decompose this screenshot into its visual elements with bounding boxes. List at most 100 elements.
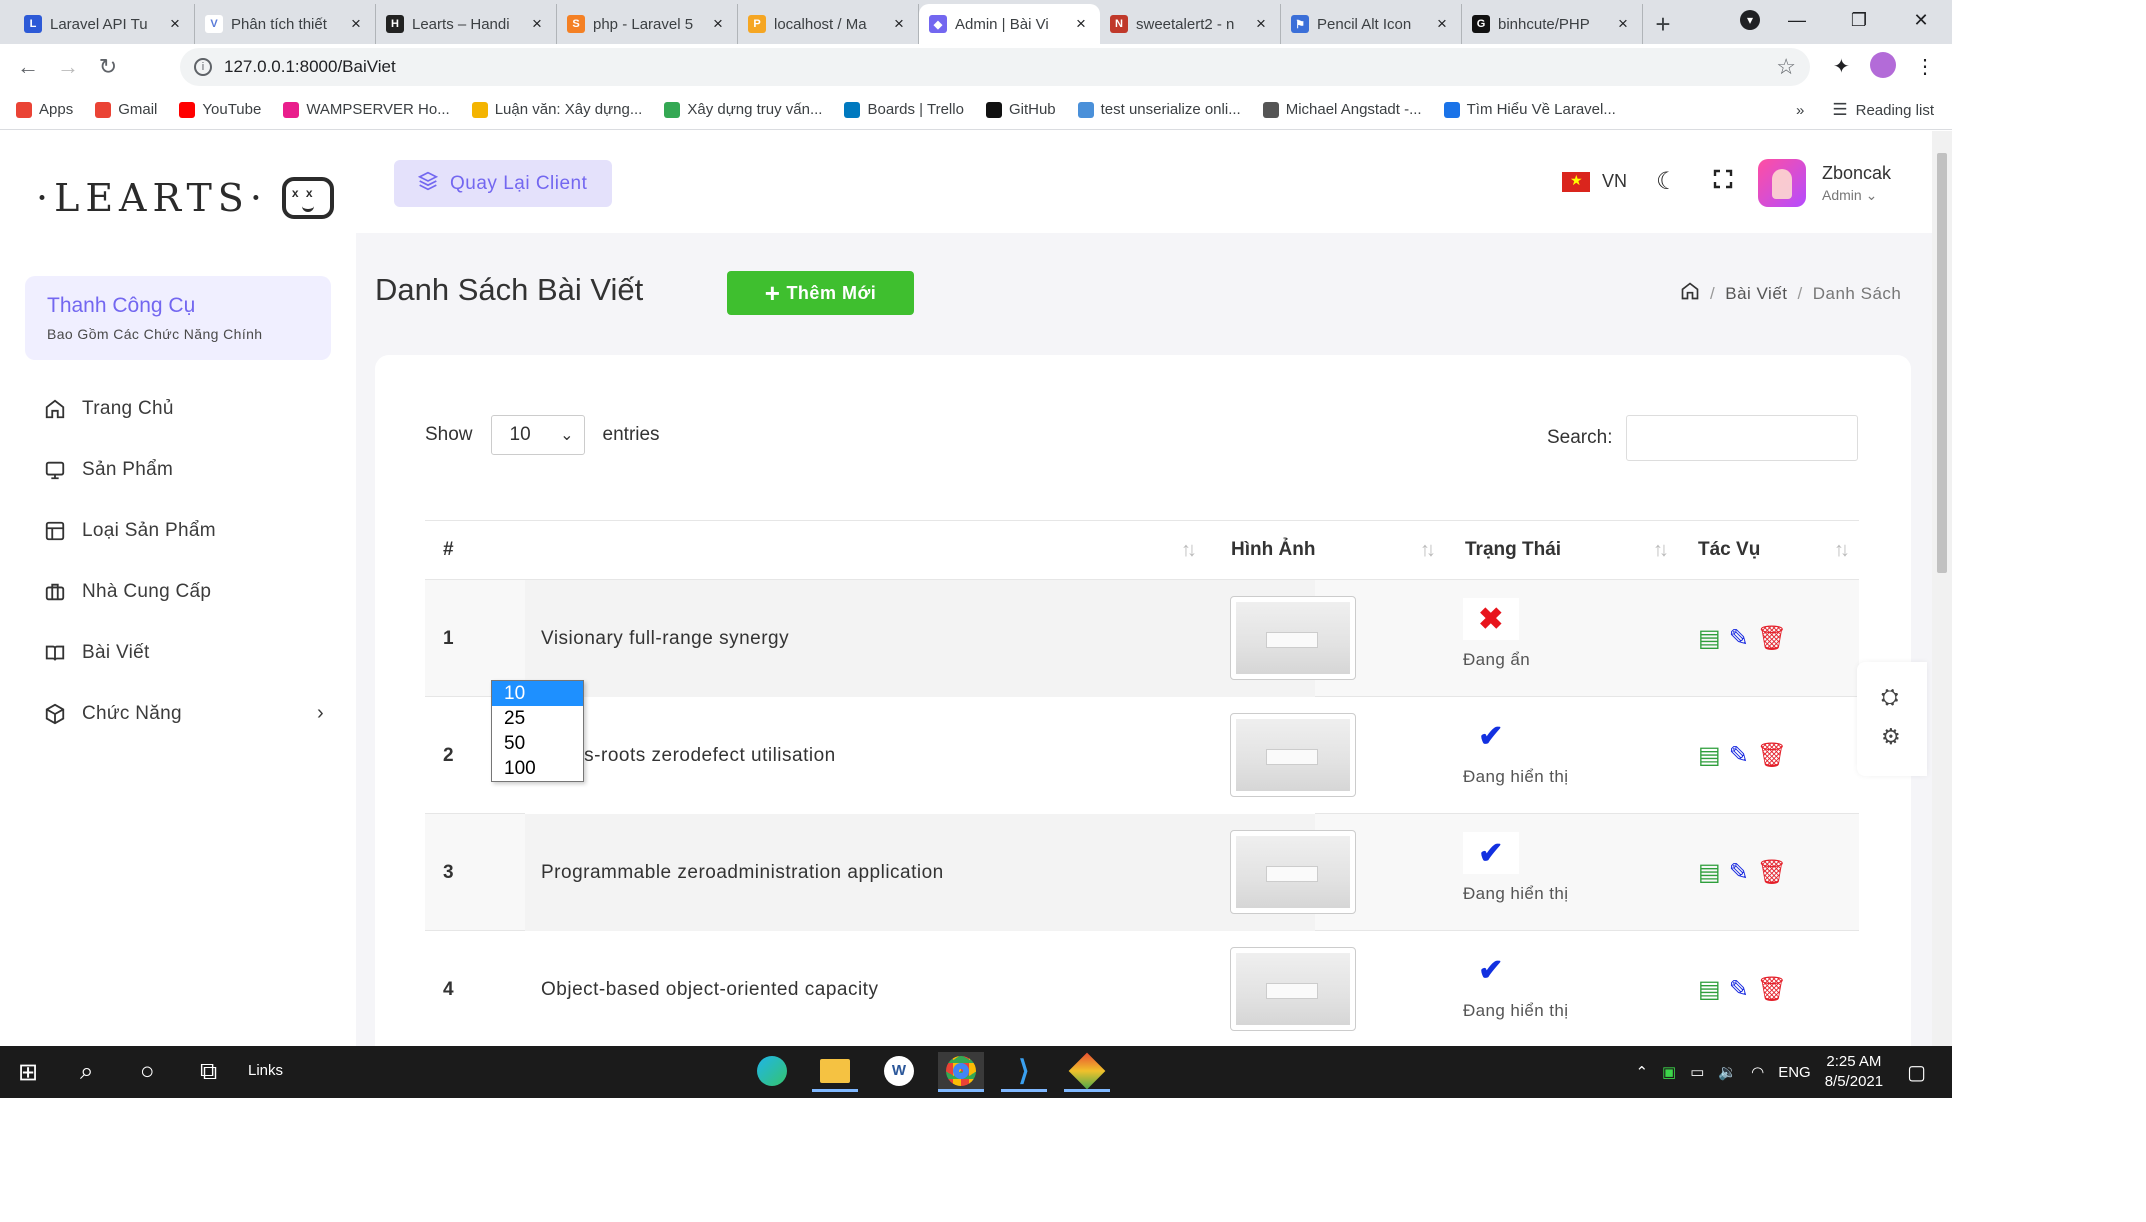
bookmark-item[interactable]: Tìm Hiểu Về Laravel... [1443,101,1616,118]
maximize-icon[interactable]: ❐ [1828,10,1890,31]
sidebar-item-2[interactable]: Sản Phẩm [44,439,324,500]
page-length-option[interactable]: 25 [492,706,583,731]
vscode-app-icon[interactable]: ⟩ [1001,1052,1047,1092]
add-new-button[interactable]: + Thêm Mới [727,271,914,315]
post-thumbnail[interactable] [1230,596,1356,680]
forward-arrow-icon[interactable]: → [48,54,88,80]
reading-list-label[interactable]: Reading list [1856,102,1934,119]
cross-icon[interactable]: ✖ [1463,598,1519,640]
scrollbar-thumb[interactable] [1937,153,1947,573]
checkmark-icon[interactable]: ✔ [1463,715,1519,757]
browser-tab[interactable]: Sphp - Laravel 5 × [557,4,738,44]
tab-close-icon[interactable]: × [1614,14,1632,34]
tab-search-icon[interactable]: ▾ [1740,10,1760,30]
pencil-icon[interactable]: ✎ [1729,975,1749,1004]
notification-icon[interactable]: ▢ [1907,1060,1926,1085]
column-header-actions[interactable]: Tác Vụ [1698,539,1760,561]
tab-close-icon[interactable]: × [1252,14,1270,34]
bookmark-item[interactable]: Xây dựng truy vấn... [664,101,822,118]
tab-close-icon[interactable]: × [709,14,727,34]
browser-tab[interactable]: ◆ Admin | Bài Vi × [919,4,1100,44]
bookmark-item[interactable]: Boards | Trello [844,101,964,118]
view-icon[interactable]: ▤ [1698,741,1721,770]
search-icon[interactable]: ⌕ [80,1058,93,1086]
browser-tab[interactable]: H Learts – Handi × [376,4,557,44]
word-app-icon[interactable]: W [876,1052,922,1092]
browser-tab[interactable]: V Phân tích thiết × [195,4,376,44]
git-app-icon[interactable] [1064,1052,1110,1092]
trash-icon[interactable]: 🗑 [1757,741,1787,770]
language-switcher[interactable]: VN [1562,171,1627,192]
trash-icon[interactable]: 🗑 [1757,975,1787,1004]
extensions-icon[interactable]: ✦ [1833,54,1850,79]
browser-tab[interactable]: L Laravel API Tu × [14,4,195,44]
links-toolbar-label[interactable]: Links [248,1062,283,1079]
tab-close-icon[interactable]: × [166,14,184,34]
back-to-client-button[interactable]: Quay Lại Client [394,160,612,207]
sort-icon[interactable]: ↑↓ [1653,539,1669,562]
bookmark-item[interactable]: YouTube [179,101,261,118]
browser-tab[interactable]: Nsweetalert2 - n × [1100,4,1281,44]
column-header-id[interactable]: # [443,539,454,561]
new-tab-button[interactable]: + [1643,4,1683,44]
search-input[interactable] [1626,415,1859,461]
page-scrollbar[interactable] [1932,131,1952,1046]
bookmark-item[interactable]: WAMPSERVER Ho... [283,101,450,118]
dark-mode-moon-icon[interactable]: ☾ [1656,167,1678,196]
home-icon[interactable] [1680,281,1700,306]
view-icon[interactable]: ▤ [1698,975,1721,1004]
tab-close-icon[interactable]: × [347,14,365,34]
sidebar-item-5[interactable]: Bài Viết [44,622,324,683]
sidebar-item-3[interactable]: Loại Sản Phẩm [44,500,324,561]
profile-avatar-icon[interactable] [1870,52,1896,78]
pencil-icon[interactable]: ✎ [1729,624,1749,653]
trash-icon[interactable]: 🗑 [1757,624,1787,653]
post-thumbnail[interactable] [1230,713,1356,797]
sidebar-item-1[interactable]: Trang Chủ [44,378,324,439]
breadcrumb-item-1[interactable]: Bài Viết [1725,284,1787,304]
edge-app-icon[interactable] [749,1052,795,1092]
windows-start-icon[interactable]: ⊞ [18,1058,38,1087]
checkmark-icon[interactable]: ✔ [1463,832,1519,874]
view-icon[interactable]: ▤ [1698,624,1721,653]
browser-tab[interactable]: Gbinhcute/PHP × [1462,4,1643,44]
sort-icon[interactable]: ↑↓ [1834,539,1850,562]
sidebar-item-6[interactable]: Chức Năng › [44,683,324,744]
brand-logo[interactable]: ·LEARTS· [36,176,334,220]
tab-close-icon[interactable]: × [1433,14,1451,34]
task-view-icon[interactable]: ⧉ [200,1058,217,1086]
bookmark-item[interactable]: GitHub [985,101,1056,118]
bookmark-item[interactable]: test unserialize onli... [1077,101,1241,118]
reload-icon[interactable]: ↻ [88,54,128,80]
chevron-up-icon[interactable]: ⌃ [1635,1063,1648,1081]
view-icon[interactable]: ▤ [1698,858,1721,887]
post-thumbnail[interactable] [1230,830,1356,914]
tab-close-icon[interactable]: × [1072,14,1090,34]
reading-list-icon[interactable]: ☰ [1832,100,1847,120]
clock[interactable]: 2:25 AM 8/5/2021 [1825,1052,1883,1092]
bookmark-item[interactable]: Gmail [95,101,157,118]
bookmark-item[interactable]: Luận văn: Xây dựng... [471,101,642,118]
back-arrow-icon[interactable]: ← [8,54,48,80]
url-text[interactable]: 127.0.0.1:8000/BaiViet [224,57,396,77]
volume-icon[interactable]: 🔉 [1718,1063,1737,1081]
bookmark-star-icon[interactable]: ☆ [1776,54,1796,80]
input-language[interactable]: ENG [1778,1064,1811,1081]
checkmark-icon[interactable]: ✔ [1463,949,1519,991]
battery-icon[interactable]: ▭ [1690,1063,1704,1081]
pencil-icon[interactable]: ✎ [1729,858,1749,887]
browser-tab[interactable]: Plocalhost / Ma × [738,4,919,44]
close-window-icon[interactable]: ✕ [1890,10,1952,31]
column-header-status[interactable]: Trạng Thái [1465,539,1561,561]
site-info-icon[interactable]: i [194,58,212,76]
sort-icon[interactable]: ↑↓ [1181,539,1197,562]
address-bar[interactable]: i 127.0.0.1:8000/BaiViet ☆ [180,48,1810,86]
kebab-menu-icon[interactable]: ⋮ [1915,54,1935,79]
wifi-icon[interactable]: ◠ [1751,1063,1764,1081]
chrome-app-icon[interactable] [938,1052,984,1092]
post-thumbnail[interactable] [1230,947,1356,1031]
paint-bucket-icon[interactable]: ⛭ [1881,684,1899,710]
page-length-option[interactable]: 50 [492,731,583,756]
browser-tab[interactable]: ⚑ Pencil Alt Icon × [1281,4,1462,44]
page-length-option[interactable]: 100 [492,756,583,781]
